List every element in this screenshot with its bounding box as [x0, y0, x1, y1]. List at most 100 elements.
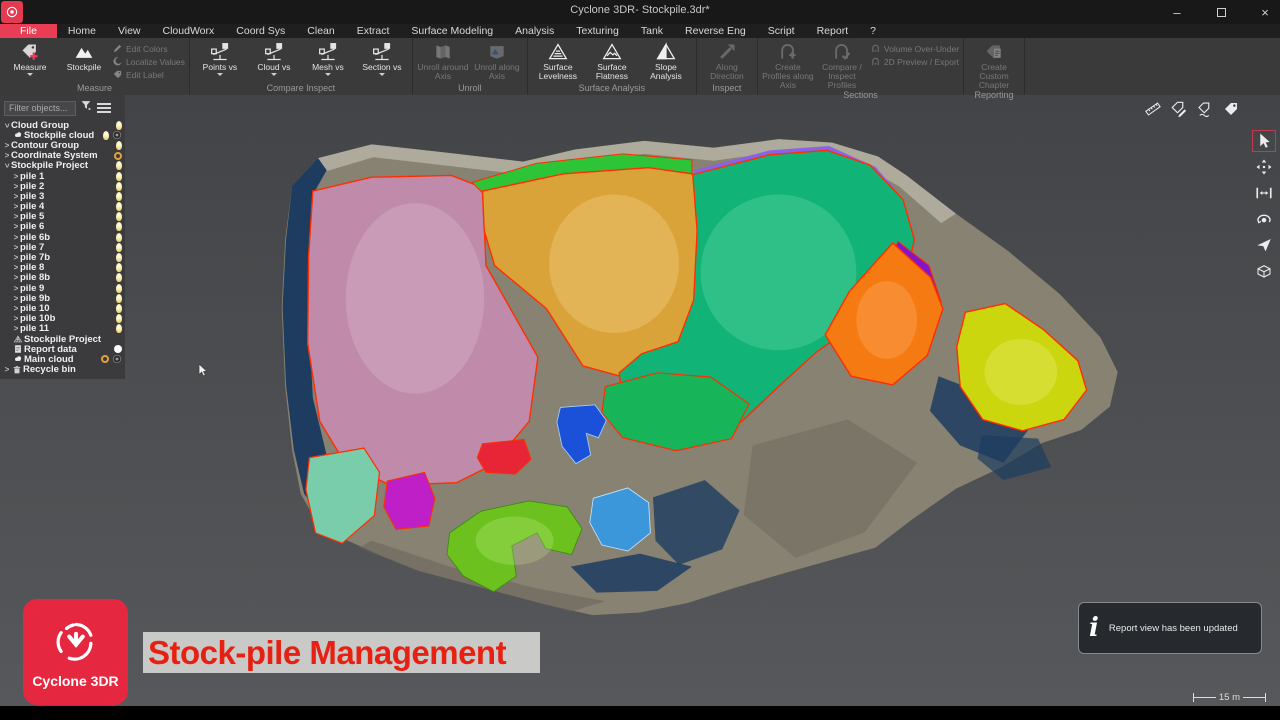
chevron-right-icon[interactable]: >	[12, 263, 20, 272]
menu-tab-texturing[interactable]: Texturing	[565, 24, 630, 38]
close-button[interactable]: ×	[1256, 3, 1274, 21]
pan-tool-button[interactable]	[1252, 156, 1276, 178]
maximize-button[interactable]	[1212, 3, 1230, 21]
menu-tab-help[interactable]: ?	[859, 24, 887, 38]
visibility-bulb-icon[interactable]	[116, 324, 122, 333]
menu-tab-extract[interactable]: Extract	[346, 24, 401, 38]
dot-icon[interactable]	[114, 345, 122, 353]
tree-item-pile-8[interactable]: >pile 8	[0, 263, 125, 273]
visibility-bulb-icon[interactable]	[103, 131, 109, 140]
fly-tool-button[interactable]	[1252, 234, 1276, 256]
chevron-right-icon[interactable]: >	[12, 324, 20, 333]
tree-item-pile-3[interactable]: >pile 3	[0, 191, 125, 201]
tree-item-stockpile-project[interactable]: Stockpile Project	[0, 334, 125, 344]
tag-squiggle-icon[interactable]	[1196, 100, 1214, 123]
tree-item-pile-9b[interactable]: >pile 9b	[0, 293, 125, 303]
ribbon-button-surface-levelness[interactable]: Surface Levelness	[532, 40, 584, 83]
chevron-down-icon[interactable]: >	[3, 162, 12, 170]
ribbon-button-create-profiles-along-axis[interactable]: Create Profiles along Axis	[762, 40, 814, 90]
chevron-right-icon[interactable]: >	[3, 151, 11, 160]
visibility-bulb-icon[interactable]	[116, 222, 122, 231]
ring-icon[interactable]	[114, 152, 122, 160]
menu-tab-tank[interactable]: Tank	[630, 24, 674, 38]
ring-icon[interactable]	[101, 355, 109, 363]
ribbon-button-compare-inspect-profiles[interactable]: Compare / Inspect Profiles	[816, 40, 868, 90]
ribbon-button-unroll-along-axis[interactable]: Unroll along Axis	[471, 40, 523, 83]
tree-item-pile-5[interactable]: >pile 5	[0, 212, 125, 222]
visibility-bulb-icon[interactable]	[116, 284, 122, 293]
chevron-right-icon[interactable]: >	[12, 233, 20, 242]
chevron-right-icon[interactable]: >	[12, 182, 20, 191]
ribbon-button-section-vs[interactable]: Section vs	[356, 40, 408, 83]
ribbon-button-cloud-vs[interactable]: Cloud vs	[248, 40, 300, 83]
menu-tab-script[interactable]: Script	[757, 24, 806, 38]
tree-item-main-cloud[interactable]: Main cloud	[0, 354, 125, 364]
chevron-right-icon[interactable]: >	[12, 284, 20, 293]
chevron-right-icon[interactable]: >	[12, 212, 20, 221]
tree-item-pile-10b[interactable]: >pile 10b	[0, 314, 125, 324]
tree-item-pile-8b[interactable]: >pile 8b	[0, 273, 125, 283]
ribbon-button-create-custom-chapter[interactable]: Create Custom Chapter	[968, 40, 1020, 90]
menu-tab-coord-sys[interactable]: Coord Sys	[225, 24, 296, 38]
chevron-right-icon[interactable]: >	[12, 273, 20, 282]
visibility-bulb-icon[interactable]	[116, 294, 122, 303]
menu-tab-clean[interactable]: Clean	[296, 24, 345, 38]
minimize-button[interactable]: –	[1168, 3, 1186, 21]
tag-filled-icon[interactable]	[1222, 100, 1240, 123]
ribbon-button-2d-preview-export[interactable]: 2D Preview / Export	[870, 56, 959, 68]
tree-item-stockpile-cloud[interactable]: Stockpile cloud	[0, 130, 125, 140]
chevron-right-icon[interactable]: >	[12, 172, 20, 181]
visibility-bulb-icon[interactable]	[116, 253, 122, 262]
menu-tab-file[interactable]: File	[0, 24, 57, 38]
ribbon-button-surface-flatness[interactable]: Surface Flatness	[586, 40, 638, 83]
menu-tab-surface-modeling[interactable]: Surface Modeling	[400, 24, 504, 38]
visibility-bulb-icon[interactable]	[116, 172, 122, 181]
visibility-bulb-icon[interactable]	[116, 212, 122, 221]
camera-icon[interactable]	[112, 354, 122, 364]
visibility-bulb-icon[interactable]	[116, 263, 122, 272]
visibility-bulb-icon[interactable]	[116, 192, 122, 201]
visibility-bulb-icon[interactable]	[116, 202, 122, 211]
ribbon-button-edit-colors[interactable]: Edit Colors	[112, 43, 185, 55]
tree-item-pile-4[interactable]: >pile 4	[0, 202, 125, 212]
orbit-tool-button[interactable]	[1252, 208, 1276, 230]
visibility-bulb-icon[interactable]	[116, 243, 122, 252]
visibility-bulb-icon[interactable]	[116, 121, 122, 130]
zoom-fit-tool-button[interactable]	[1252, 182, 1276, 204]
chevron-right-icon[interactable]: >	[12, 192, 20, 201]
tree-item-pile-2[interactable]: >pile 2	[0, 181, 125, 191]
tree-item-contour-group[interactable]: >Contour Group	[0, 140, 125, 150]
chevron-right-icon[interactable]: >	[12, 222, 20, 231]
chevron-right-icon[interactable]: >	[12, 314, 20, 323]
menu-tab-home[interactable]: Home	[57, 24, 107, 38]
chevron-down-icon[interactable]: >	[3, 121, 12, 129]
ribbon-button-slope-analysis[interactable]: Slope Analysis	[640, 40, 692, 83]
tree-item-pile-1[interactable]: >pile 1	[0, 171, 125, 181]
ribbon-button-points-vs[interactable]: Points vs	[194, 40, 246, 83]
filter-funnel-icon[interactable]	[80, 99, 93, 117]
menu-tab-analysis[interactable]: Analysis	[504, 24, 565, 38]
tree-item-cloud-group[interactable]: >Cloud Group	[0, 120, 125, 130]
chevron-right-icon[interactable]: >	[12, 294, 20, 303]
tree-item-pile-6[interactable]: >pile 6	[0, 222, 125, 232]
tree-item-pile-7[interactable]: >pile 7	[0, 242, 125, 252]
visibility-bulb-icon[interactable]	[116, 314, 122, 323]
chevron-right-icon[interactable]: >	[12, 243, 20, 252]
tree-item-pile-11[interactable]: >pile 11	[0, 324, 125, 334]
ribbon-button-measure[interactable]: Measure	[4, 40, 56, 83]
visibility-bulb-icon[interactable]	[116, 273, 122, 282]
chevron-right-icon[interactable]: >	[3, 141, 11, 150]
tree-item-pile-10[interactable]: >pile 10	[0, 303, 125, 313]
camera-icon[interactable]	[112, 130, 122, 140]
tag-pencil-icon[interactable]	[1170, 100, 1188, 123]
tree-item-pile-9[interactable]: >pile 9	[0, 283, 125, 293]
tree-item-report-data[interactable]: Report data	[0, 344, 125, 354]
visibility-bulb-icon[interactable]	[116, 304, 122, 313]
ribbon-button-unroll-around-axis[interactable]: Unroll around Axis	[417, 40, 469, 83]
menu-tab-report[interactable]: Report	[806, 24, 860, 38]
panel-menu-icon[interactable]	[97, 103, 111, 113]
menu-tab-view[interactable]: View	[107, 24, 152, 38]
visibility-bulb-icon[interactable]	[116, 182, 122, 191]
visibility-bulb-icon[interactable]	[116, 141, 122, 150]
chevron-right-icon[interactable]: >	[12, 304, 20, 313]
